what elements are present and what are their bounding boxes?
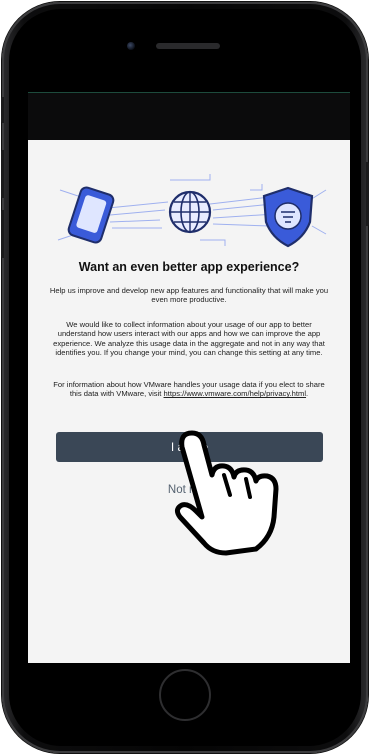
consent-title: Want an even better app experience? bbox=[78, 260, 300, 274]
volume-up-button bbox=[1, 150, 4, 198]
hero-illustration bbox=[57, 174, 327, 248]
front-camera bbox=[127, 42, 135, 50]
mute-switch bbox=[1, 97, 4, 123]
privacy-suffix: . bbox=[306, 389, 309, 399]
volume-down-button bbox=[1, 210, 4, 258]
usage-details-text: We would like to collect information abo… bbox=[53, 320, 325, 358]
privacy-link[interactable]: https://www.vmware.com/help/privacy.html bbox=[164, 389, 307, 398]
pointing-hand-icon bbox=[174, 430, 279, 556]
consent-screen: Want an even better app experience? Help… bbox=[28, 140, 350, 663]
home-button bbox=[159, 669, 211, 721]
status-area bbox=[28, 92, 350, 141]
power-button bbox=[366, 162, 369, 226]
intro-text: Help us improve and develop new app feat… bbox=[49, 286, 329, 305]
globe-icon bbox=[168, 190, 212, 234]
privacy-text: For information about how VMware handles… bbox=[48, 380, 330, 399]
earpiece-speaker bbox=[156, 43, 220, 49]
shield-icon bbox=[262, 186, 314, 248]
